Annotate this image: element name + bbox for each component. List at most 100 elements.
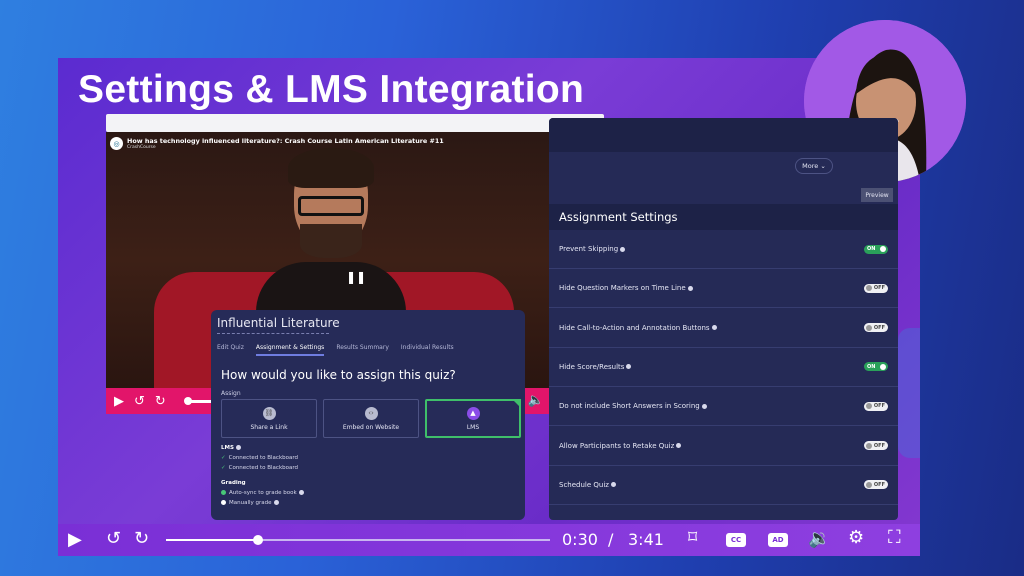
- setting-row: Do not include Short Answers in Scoring O…: [549, 387, 898, 427]
- setting-label: Prevent Skipping: [559, 245, 619, 253]
- quiz-panel: Influential Literature Edit Quiz Assignm…: [211, 310, 525, 520]
- bookmark-icon[interactable]: ⌑: [688, 527, 697, 548]
- info-icon: [273, 500, 279, 505]
- play-icon[interactable]: ▶: [68, 529, 82, 550]
- preview-button[interactable]: Preview: [861, 188, 893, 202]
- browser-address-bar: [106, 114, 604, 132]
- setting-label: Hide Score/Results: [559, 362, 625, 371]
- assign-options: ⛓ Share a Link ‹› Embed on Website ▲ LMS: [221, 399, 521, 438]
- settings-heading: Assignment Settings: [549, 204, 898, 230]
- play-icon[interactable]: ▶: [114, 394, 124, 409]
- lms-option[interactable]: ▲ LMS: [425, 399, 521, 438]
- tab-results-summary[interactable]: Results Summary: [336, 344, 389, 356]
- tab-assignment-settings[interactable]: Assignment & Settings: [255, 344, 325, 356]
- radio-unselected: [221, 500, 226, 505]
- quiz-question: How would you like to assign this quiz?: [221, 368, 456, 382]
- toggle-knob: [866, 442, 872, 449]
- duration: 3:41: [628, 530, 664, 549]
- time-separator: /: [608, 530, 614, 549]
- info-icon: [687, 285, 693, 291]
- setting-label: Hide Question Markers on Time Line: [559, 284, 686, 293]
- grading-auto-sync[interactable]: Auto-sync to grade book: [221, 488, 304, 498]
- setting-toggle[interactable]: ON: [864, 362, 888, 372]
- forward-icon[interactable]: ↻: [155, 394, 166, 409]
- assignment-settings-panel: More ⌄ Preview Assignment Settings Preve…: [549, 118, 898, 520]
- setting-row: Hide Call-to-Action and Annotation Butto…: [549, 309, 898, 348]
- toggle-knob: [866, 481, 872, 488]
- option-label: LMS: [466, 423, 480, 431]
- toggle-knob: [880, 246, 886, 252]
- info-icon: [701, 403, 707, 409]
- video-title: How has technology influenced literature…: [127, 137, 444, 145]
- player-controls: ▶ ↺ ↻ 0:30 / 3:41 ⌑ CC AD 🔉 ⚙ ⛶: [58, 524, 920, 556]
- setting-row: Hide Score/Results ON: [549, 348, 898, 387]
- lms-connection: ✓ Connected to Blackboard: [221, 455, 299, 461]
- gear-icon[interactable]: ⚙: [848, 527, 864, 548]
- tab-individual-results[interactable]: Individual Results: [401, 344, 454, 356]
- info-icon: [676, 443, 682, 448]
- graduation-cap-icon: ▲: [466, 406, 480, 420]
- code-icon: ‹›: [364, 406, 378, 420]
- channel-logo-icon: ◎: [110, 137, 123, 150]
- quiz-tabs: Edit Quiz Assignment & Settings Results …: [217, 344, 454, 356]
- info-icon: [711, 325, 717, 331]
- progress-fill: [166, 539, 258, 541]
- setting-toggle[interactable]: OFF: [864, 283, 888, 293]
- link-icon: ⛓: [262, 406, 276, 420]
- current-time: 0:30: [562, 530, 598, 549]
- volume-icon[interactable]: 🔉: [808, 528, 830, 549]
- check-icon: ✓: [221, 465, 226, 471]
- pause-icon[interactable]: ❚❚: [346, 270, 366, 284]
- setting-toggle[interactable]: OFF: [864, 323, 888, 333]
- progress-knob[interactable]: [253, 535, 263, 545]
- setting-label: Schedule Quiz: [559, 480, 609, 489]
- embed-website-option[interactable]: ‹› Embed on Website: [323, 399, 419, 438]
- setting-toggle[interactable]: ON: [864, 244, 888, 254]
- quiz-title: Influential Literature: [217, 316, 340, 330]
- video-title-row: ◎ How has technology influenced literatu…: [110, 137, 444, 150]
- toggle-state: OFF: [873, 442, 885, 449]
- lms-block: LMS ✓ Connected to Blackboard ✓ Connected …: [221, 443, 304, 508]
- toggle-state: OFF: [873, 285, 885, 292]
- volume-icon[interactable]: 🔈: [528, 393, 544, 408]
- toggle-state: OFF: [873, 481, 885, 488]
- info-icon: [610, 482, 616, 488]
- tab-edit-quiz[interactable]: Edit Quiz: [217, 344, 244, 356]
- toggle-state: ON: [867, 363, 876, 370]
- lms-heading: LMS: [221, 443, 304, 453]
- info-icon: [235, 445, 241, 450]
- setting-row: Allow Participants to Retake Quiz OFF: [549, 427, 898, 466]
- settings-top-bar: [549, 118, 898, 152]
- setting-row: Hide Question Markers on Time Line OFF: [549, 269, 898, 309]
- option-label: Embed on Website: [342, 423, 400, 431]
- setting-toggle[interactable]: OFF: [864, 480, 888, 490]
- assign-label: Assign: [221, 390, 241, 397]
- option-label: Share a Link: [250, 423, 288, 431]
- grading-heading: Grading: [221, 480, 246, 486]
- more-button[interactable]: More ⌄: [795, 158, 833, 174]
- setting-row: Prevent Skipping ON: [549, 230, 898, 269]
- radio-selected: [221, 490, 226, 495]
- setting-toggle[interactable]: OFF: [864, 441, 888, 450]
- toggle-knob: [866, 285, 872, 292]
- toggle-knob: [866, 403, 872, 410]
- toggle-knob: [880, 363, 886, 370]
- setting-toggle[interactable]: OFF: [864, 401, 888, 411]
- setting-row: Schedule Quiz OFF: [549, 466, 898, 505]
- headline: Settings & LMS Integration: [78, 68, 585, 111]
- grading-manual[interactable]: Manually grade: [221, 498, 304, 508]
- fullscreen-icon[interactable]: ⛶: [888, 527, 901, 548]
- lms-connection: ✓ Connected to Blackboard: [221, 465, 299, 471]
- video-channel: CrashCourse: [127, 145, 156, 150]
- rewind-icon[interactable]: ↺: [106, 528, 121, 549]
- info-icon: [626, 364, 632, 370]
- embedded-progress-knob[interactable]: [184, 397, 192, 405]
- toggle-knob: [866, 324, 872, 331]
- ad-button[interactable]: AD: [768, 533, 788, 547]
- toggle-state: OFF: [873, 324, 885, 331]
- cc-button[interactable]: CC: [726, 533, 746, 547]
- rewind-icon[interactable]: ↺: [134, 394, 145, 409]
- forward-icon[interactable]: ↻: [134, 528, 149, 549]
- share-link-option[interactable]: ⛓ Share a Link: [221, 399, 317, 438]
- setting-label: Do not include Short Answers in Scoring: [559, 402, 700, 411]
